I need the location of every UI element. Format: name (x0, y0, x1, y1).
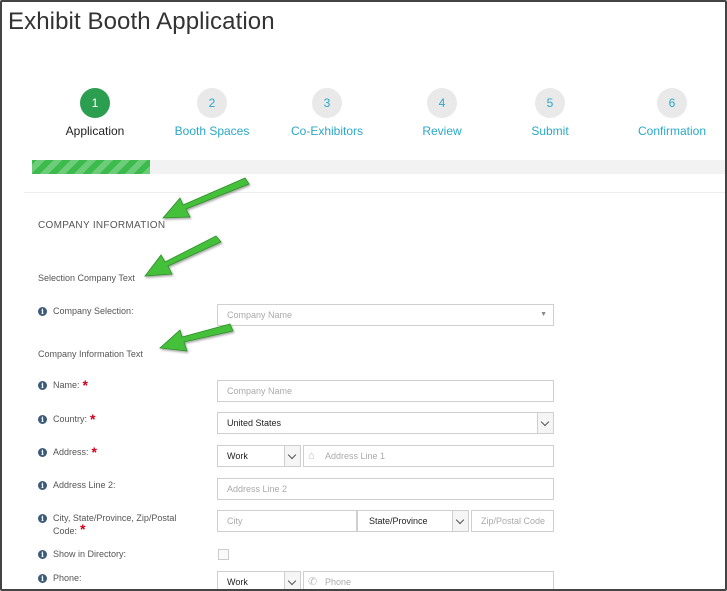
arrow-icon (159, 323, 234, 352)
arrow-icon (144, 235, 222, 277)
annotation-arrows (144, 177, 250, 352)
application-window: Exhibit Booth Application 1 Application … (0, 0, 727, 591)
arrow-icon (162, 177, 250, 219)
